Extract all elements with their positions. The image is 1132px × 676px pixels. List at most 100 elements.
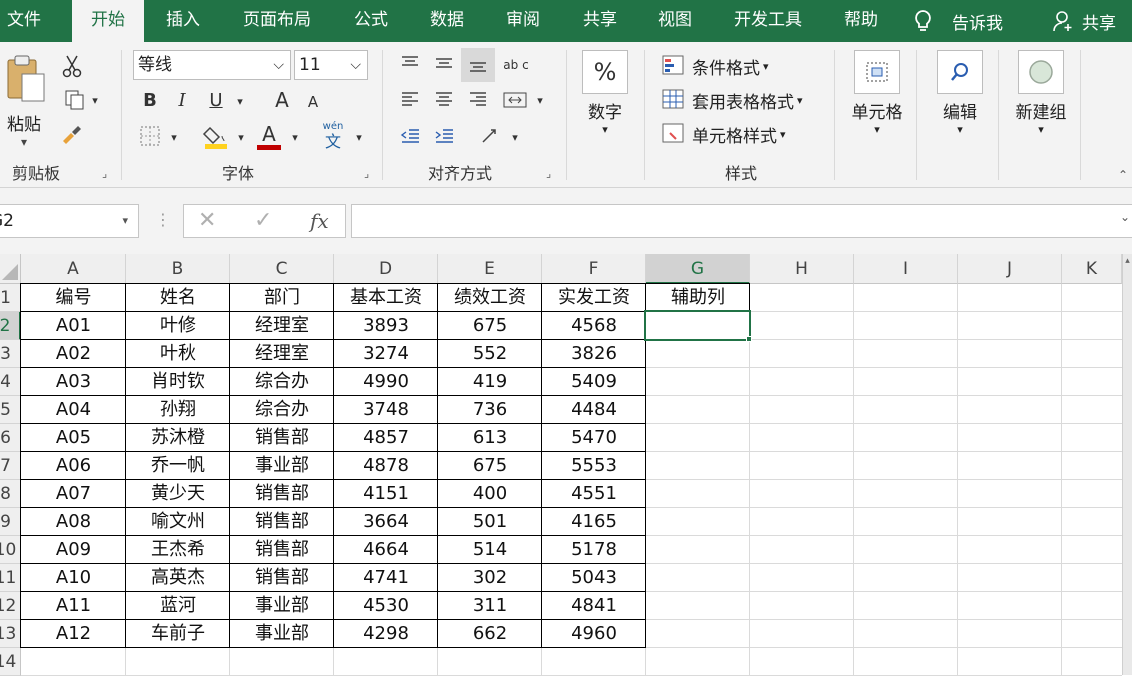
font-name-combo[interactable]: 等线 ⌵ xyxy=(133,50,291,80)
table-cell[interactable]: 3893 xyxy=(334,312,438,340)
fill-color-button[interactable] xyxy=(200,120,232,152)
enter-icon[interactable]: ✓ xyxy=(254,208,272,233)
table-cell[interactable]: A11 xyxy=(21,592,126,620)
tab-page-layout[interactable]: 页面布局 xyxy=(228,0,326,42)
conditional-formatting-button[interactable]: 条件格式 ▾ xyxy=(662,52,769,80)
table-cell[interactable]: 肖时钦 xyxy=(126,368,230,396)
underline-button[interactable]: U xyxy=(202,86,230,114)
table-cell[interactable]: 662 xyxy=(438,620,542,648)
column-header-b[interactable]: B xyxy=(126,254,230,284)
header-cell[interactable]: 部门 xyxy=(230,284,334,312)
merge-dropdown-icon[interactable]: ▾ xyxy=(533,90,547,110)
font-size-combo[interactable]: 11 ⌵ xyxy=(294,50,368,80)
formula-input[interactable] xyxy=(351,204,1132,238)
table-cell[interactable]: 4878 xyxy=(334,452,438,480)
wrap-text-button[interactable]: ab c xyxy=(502,50,530,80)
row-header-13[interactable]: 13 xyxy=(0,620,21,648)
table-cell[interactable]: 苏沐橙 xyxy=(126,424,230,452)
table-cell[interactable]: A02 xyxy=(21,340,126,368)
borders-button[interactable] xyxy=(136,122,164,150)
table-cell[interactable]: 4551 xyxy=(542,480,646,508)
table-cell[interactable]: 王杰希 xyxy=(126,536,230,564)
tab-data[interactable]: 数据 xyxy=(416,0,478,42)
cell-styles-button[interactable]: 单元格样式 ▾ xyxy=(662,120,786,148)
header-cell[interactable]: 基本工资 xyxy=(334,284,438,312)
table-cell[interactable]: 5178 xyxy=(542,536,646,564)
row-header-12[interactable]: 12 xyxy=(0,592,21,620)
alignment-launcher-icon[interactable]: ⌟ xyxy=(546,167,551,180)
orientation-dropdown-icon[interactable]: ▾ xyxy=(508,128,522,146)
table-cell[interactable]: 销售部 xyxy=(230,480,334,508)
table-cell[interactable]: A10 xyxy=(21,564,126,592)
table-cell[interactable]: 552 xyxy=(438,340,542,368)
row-header-3[interactable]: 3 xyxy=(0,340,21,368)
vertical-scrollbar[interactable]: ▴ xyxy=(1122,254,1132,675)
row-header-8[interactable]: 8 xyxy=(0,480,21,508)
row-header-5[interactable]: 5 xyxy=(0,396,21,424)
table-cell[interactable]: 4530 xyxy=(334,592,438,620)
table-cell[interactable]: 综合办 xyxy=(230,396,334,424)
column-header-h[interactable]: H xyxy=(750,254,854,284)
paste-button[interactable]: 粘贴 ▾ xyxy=(2,54,46,149)
tell-me-search[interactable]: 告诉我 xyxy=(912,0,1003,42)
editing-button[interactable]: 编辑 ▾ xyxy=(930,50,990,150)
table-cell[interactable]: 4298 xyxy=(334,620,438,648)
table-cell[interactable]: 高英杰 xyxy=(126,564,230,592)
column-header-k[interactable]: K xyxy=(1062,254,1122,284)
table-cell[interactable]: 675 xyxy=(438,312,542,340)
table-cell[interactable]: A04 xyxy=(21,396,126,424)
bold-button[interactable]: B xyxy=(136,86,164,114)
increase-indent-button[interactable] xyxy=(430,122,458,150)
expand-formula-icon[interactable]: ⌄ xyxy=(1120,210,1130,224)
table-cell[interactable]: 孙翔 xyxy=(126,396,230,424)
fill-handle[interactable] xyxy=(746,336,752,342)
tab-home[interactable]: 开始 xyxy=(72,0,144,42)
grow-font-button[interactable]: A xyxy=(269,86,295,114)
table-cell[interactable]: A03 xyxy=(21,368,126,396)
column-header-j[interactable]: J xyxy=(958,254,1062,284)
tab-view[interactable]: 视图 xyxy=(644,0,706,42)
phonetic-dropdown-icon[interactable]: ▾ xyxy=(352,128,366,146)
table-cell[interactable]: 3664 xyxy=(334,508,438,536)
table-cell[interactable]: 销售部 xyxy=(230,564,334,592)
align-center-button[interactable] xyxy=(430,86,458,114)
chevron-down-icon[interactable]: ▾ xyxy=(122,205,128,237)
tab-share[interactable]: 共享 xyxy=(569,0,631,42)
orientation-button[interactable] xyxy=(476,122,506,150)
italic-button[interactable]: I xyxy=(168,86,196,114)
table-cell[interactable]: 4857 xyxy=(334,424,438,452)
header-cell[interactable]: 绩效工资 xyxy=(438,284,542,312)
header-cell[interactable]: 编号 xyxy=(21,284,126,312)
table-cell[interactable]: 3274 xyxy=(334,340,438,368)
table-cell[interactable]: 400 xyxy=(438,480,542,508)
table-cell[interactable]: 4151 xyxy=(334,480,438,508)
worksheet-grid[interactable]: ABCDEFGHIJK 1234567891011121314 编号姓名部门基本… xyxy=(0,254,1122,676)
cut-button[interactable] xyxy=(58,52,86,80)
select-all-button[interactable] xyxy=(0,254,21,284)
collapse-ribbon-icon[interactable]: ⌃ xyxy=(1118,168,1128,182)
table-cell[interactable]: 事业部 xyxy=(230,620,334,648)
decrease-indent-button[interactable] xyxy=(396,122,424,150)
column-header-e[interactable]: E xyxy=(438,254,542,284)
font-color-button[interactable]: A xyxy=(254,120,284,152)
table-cell[interactable]: A08 xyxy=(21,508,126,536)
new-group-button[interactable]: 新建组 ▾ xyxy=(1010,50,1072,150)
table-cell[interactable]: A07 xyxy=(21,480,126,508)
table-cell[interactable]: 销售部 xyxy=(230,424,334,452)
align-top-button[interactable] xyxy=(396,50,424,76)
table-cell[interactable]: 喻文州 xyxy=(126,508,230,536)
row-header-2[interactable]: 2 xyxy=(0,312,21,340)
table-cell[interactable]: 5409 xyxy=(542,368,646,396)
format-as-table-button[interactable]: 套用表格格式 ▾ xyxy=(662,86,803,114)
insert-function-icon[interactable]: fx xyxy=(310,209,329,233)
table-cell[interactable]: A05 xyxy=(21,424,126,452)
table-cell[interactable]: 419 xyxy=(438,368,542,396)
font-color-dropdown-icon[interactable]: ▾ xyxy=(288,128,302,146)
name-box[interactable]: G2 ▾ xyxy=(0,204,139,238)
row-header-1[interactable]: 1 xyxy=(0,284,21,312)
table-cell[interactable]: A12 xyxy=(21,620,126,648)
row-header-14[interactable]: 14 xyxy=(0,648,21,676)
column-header-d[interactable]: D xyxy=(334,254,438,284)
column-header-a[interactable]: A xyxy=(21,254,126,284)
row-header-11[interactable]: 11 xyxy=(0,564,21,592)
